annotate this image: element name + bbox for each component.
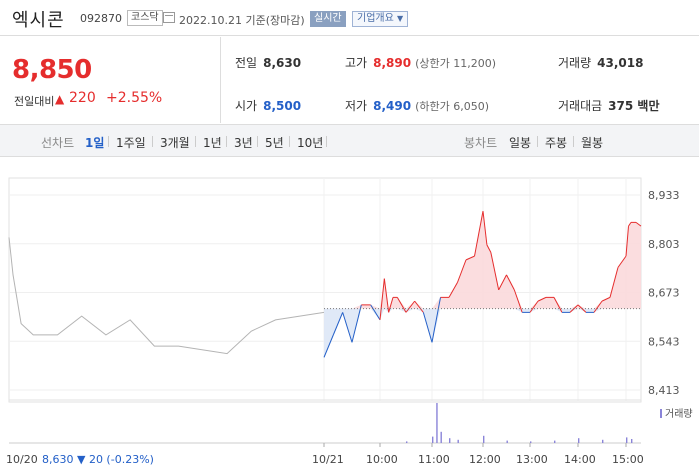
- divider: [573, 136, 574, 147]
- volume-bar: [506, 440, 508, 443]
- corp-info-label: 기업개요: [357, 13, 394, 24]
- low-label: 저가: [345, 99, 368, 113]
- stock-header: 엑시콘 092870 코스닥 2022.10.21 기준(장마감) 실시간 기업…: [0, 0, 699, 36]
- volume-label: 거래량: [558, 56, 592, 70]
- divider: [537, 136, 538, 147]
- x-tick-label: 12:00: [469, 453, 501, 466]
- high-label: 고가: [345, 56, 368, 70]
- low-price: 저가 8,490 (하한가 6,050): [345, 97, 489, 114]
- x-tick-label: 10/21: [312, 453, 344, 466]
- divider: [220, 37, 221, 123]
- volume-legend-swatch: [660, 409, 662, 418]
- divider: [289, 136, 290, 147]
- y-tick-label: 8,933: [648, 189, 680, 202]
- upper-limit: (상한가 11,200): [415, 57, 496, 70]
- volume-bar: [406, 441, 408, 443]
- base-date: 2022.10.21 기준(장마감): [179, 14, 305, 27]
- up-area: [324, 211, 641, 309]
- candle-chart-label: 봉차트: [464, 136, 498, 150]
- volume-bar: [530, 441, 532, 443]
- stock-name: 엑시콘: [12, 10, 65, 31]
- low-value: 8,490: [373, 99, 412, 113]
- volume-bar: [436, 403, 438, 443]
- period-bar: 선차트 1일 1주일 3개월 1년 3년 5년 10년 봉차트 일봉 주봉 월봉: [0, 124, 699, 157]
- stock-code: 092870: [80, 12, 122, 25]
- change-label: 전일대비: [14, 95, 55, 108]
- amount-value: 375 백만: [608, 99, 660, 113]
- volume-value: 43,018: [597, 56, 644, 70]
- high-price: 고가 8,890 (상한가 11,200): [345, 54, 496, 71]
- divider: [326, 136, 327, 147]
- x-tick-label: 14:00: [564, 453, 596, 466]
- prev-day-footer: 8,630 ▼ 20 (-0.23%): [42, 453, 154, 466]
- trade-amount: 거래대금 375 백만: [558, 97, 659, 114]
- price-chart: 8,933 8,803 8,673 8,543 8,413 거래량 10/20 10/21 10…: [0, 158, 699, 473]
- y-tick-label: 8,413: [648, 384, 680, 397]
- tab-1w[interactable]: 1주일: [116, 134, 146, 151]
- open-label: 시가: [235, 99, 258, 113]
- calendar-icon: [163, 12, 175, 23]
- price-summary: 8,850 전일대비 ▲ 220 +2.55% 전일 8,630 시가 8,500 …: [0, 37, 699, 123]
- high-value: 8,890: [373, 56, 412, 70]
- y-tick-label: 8,673: [648, 287, 680, 300]
- prev-close-value: 8,630: [263, 56, 302, 70]
- volume-bar: [483, 435, 485, 443]
- open-value: 8,500: [263, 99, 302, 113]
- x-tick-label: 10:00: [366, 453, 398, 466]
- tab-3y[interactable]: 3년: [234, 134, 253, 151]
- corp-info-dropdown[interactable]: 기업개요 ▼: [352, 11, 409, 27]
- amount-label: 거래대금: [558, 99, 603, 113]
- x-tick-label: 13:00: [516, 453, 548, 466]
- change-value: 220: [69, 90, 96, 106]
- lower-limit: (하한가 6,050): [415, 100, 489, 113]
- divider: [257, 136, 258, 147]
- volume-bar: [631, 439, 633, 443]
- divider: [152, 136, 153, 147]
- divider: [226, 136, 227, 147]
- tab-weekly-candle[interactable]: 주봉: [545, 134, 567, 151]
- tab-3m[interactable]: 3개월: [160, 134, 190, 151]
- volume-bar: [432, 436, 434, 443]
- volume-bar: [602, 439, 604, 443]
- tab-1y[interactable]: 1년: [203, 134, 222, 151]
- volume-bar: [554, 440, 556, 443]
- volume-legend: 거래량: [665, 408, 693, 420]
- change-percent: +2.55%: [106, 90, 163, 106]
- y-tick-label: 8,803: [648, 238, 680, 251]
- volume-bar: [578, 438, 580, 443]
- tab-5y[interactable]: 5년: [265, 134, 284, 151]
- tab-10y[interactable]: 10년: [297, 134, 323, 151]
- x-tick-label: 10/20: [6, 453, 38, 466]
- tab-1d[interactable]: 1일: [85, 134, 104, 151]
- volume-bar: [449, 438, 451, 443]
- plot-frame: [8, 177, 642, 403]
- volume-bar: [440, 431, 442, 443]
- up-triangle-icon: ▲: [55, 92, 65, 106]
- prev-close: 전일 8,630: [235, 54, 301, 71]
- y-tick-label: 8,543: [648, 335, 680, 348]
- current-price: 8,850: [12, 55, 92, 85]
- volume-bar: [457, 439, 459, 443]
- tab-monthly-candle[interactable]: 월봉: [581, 134, 603, 151]
- market-badge: 코스닥: [127, 10, 163, 26]
- chart-svg: 8,933 8,803 8,673 8,543 8,413 거래량 10/20 10/21 10…: [6, 177, 693, 466]
- divider: [195, 136, 196, 147]
- open-price: 시가 8,500: [235, 97, 301, 114]
- line-chart-label: 선차트: [41, 136, 75, 150]
- prev-close-label: 전일: [235, 56, 258, 70]
- volume: 거래량 43,018: [558, 54, 643, 71]
- divider: [108, 136, 109, 147]
- prev-day-line: [8, 237, 325, 355]
- x-tick-label: 11:00: [418, 453, 450, 466]
- volume-bar: [626, 437, 628, 443]
- chevron-down-icon: ▼: [397, 14, 404, 23]
- tab-daily-candle[interactable]: 일봉: [509, 134, 531, 151]
- realtime-button[interactable]: 실시간: [310, 11, 346, 27]
- x-tick-label: 15:00: [612, 453, 644, 466]
